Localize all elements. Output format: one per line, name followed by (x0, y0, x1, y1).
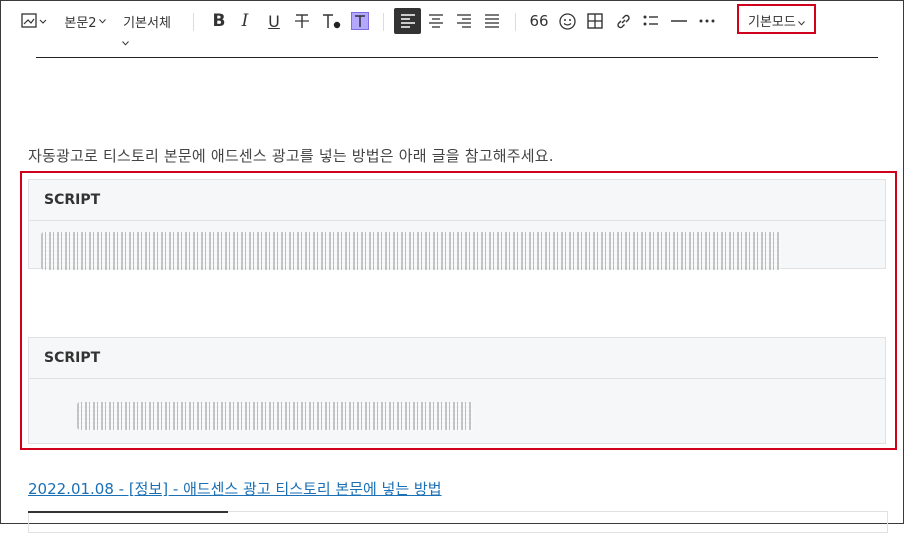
link-preview-card-accent (28, 511, 228, 513)
italic-icon: I (241, 11, 249, 31)
align-left-button[interactable] (394, 8, 421, 34)
horizontal-rule-button[interactable] (666, 8, 692, 34)
bold-button[interactable]: B (206, 8, 232, 34)
align-right-icon (456, 14, 472, 28)
strikethrough-icon (294, 13, 310, 29)
related-post-link[interactable]: 2022.01.08 - [정보] - 애드센스 광고 티스토리 본문에 넣는 … (28, 478, 442, 499)
link-button[interactable] (610, 8, 636, 34)
content-divider-line (36, 57, 878, 58)
paragraph-style-label: 본문2 (64, 15, 97, 31)
bullet-list-button[interactable] (638, 8, 664, 34)
chevron-down-icon (797, 15, 805, 30)
bold-icon: B (212, 11, 226, 31)
align-justify-button[interactable] (478, 8, 505, 34)
code-block[interactable]: SCRIPT (28, 179, 886, 270)
align-justify-icon (484, 14, 500, 28)
link-icon (615, 13, 632, 30)
background-color-icon (351, 12, 369, 30)
code-block[interactable]: SCRIPT (28, 337, 886, 444)
toolbar-divider (193, 13, 194, 31)
text-color-button[interactable] (318, 8, 346, 34)
align-center-icon (428, 14, 444, 28)
emoji-button[interactable] (554, 8, 580, 34)
link-preview-card[interactable] (28, 511, 888, 533)
strikethrough-button[interactable] (288, 8, 316, 34)
toolbar-divider (383, 13, 384, 31)
code-block-header: SCRIPT (29, 180, 885, 221)
redacted-code (41, 232, 781, 270)
editor-mode-label: 기본모드 (748, 15, 796, 30)
chevron-down-icon (122, 31, 129, 50)
toolbar-divider (515, 13, 516, 31)
code-block-header: SCRIPT (29, 338, 885, 379)
table-icon (587, 13, 603, 29)
redacted-code (77, 402, 473, 430)
bullet-list-icon (643, 15, 659, 27)
align-right-button[interactable] (450, 8, 477, 34)
more-icon (699, 19, 715, 23)
editor-mode-dropdown[interactable]: 기본모드 (748, 11, 805, 30)
image-insert-button[interactable] (20, 8, 50, 34)
horizontal-rule-icon (671, 19, 687, 23)
editor-toolbar: 본문2 기본서체 B I U 66 기본모드 (0, 0, 904, 46)
more-button[interactable] (694, 8, 720, 34)
chevron-down-icon (98, 18, 106, 24)
align-center-button[interactable] (422, 8, 449, 34)
align-left-icon (400, 14, 416, 28)
text-color-icon (322, 13, 342, 29)
emoji-icon (558, 12, 576, 30)
quote-button[interactable]: 66 (526, 8, 552, 34)
underline-icon: U (268, 11, 280, 31)
background-color-button[interactable] (346, 8, 374, 34)
paragraph-style-dropdown[interactable]: 본문2 (62, 8, 108, 34)
italic-button[interactable]: I (232, 8, 258, 34)
quote-icon: 66 (529, 12, 549, 30)
table-button[interactable] (582, 8, 608, 34)
intro-paragraph[interactable]: 자동광고로 티스토리 본문에 애드센스 광고를 넣는 방법은 아래 글을 참고해… (28, 145, 554, 166)
font-family-label: 기본서체 (123, 15, 171, 31)
image-icon (21, 13, 49, 29)
underline-button[interactable]: U (260, 8, 288, 34)
